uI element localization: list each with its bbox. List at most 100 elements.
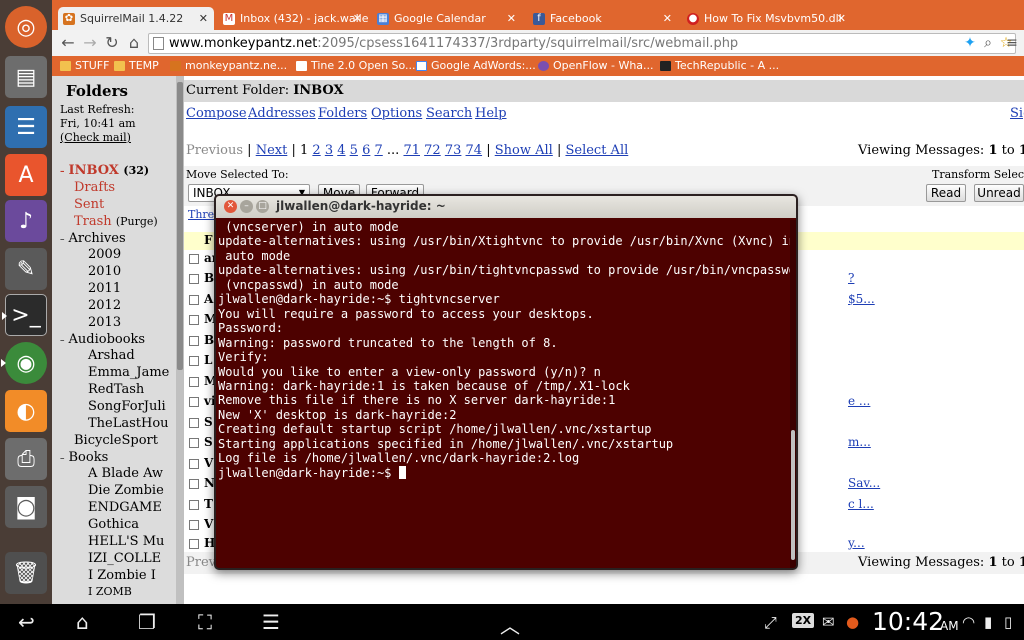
folders-link[interactable]: Folders [318, 106, 367, 121]
message-subject-link[interactable]: $5... [848, 292, 875, 306]
message-checkbox[interactable] [189, 418, 199, 428]
message-sender[interactable]: V [204, 517, 213, 531]
terminal-prompt-line[interactable]: jlwallen@dark-hayride:~$ [218, 465, 794, 480]
zoom-icon[interactable]: ⌕ [978, 33, 998, 53]
show-all-link[interactable]: Show All [495, 143, 553, 158]
bookmark-adwords[interactable]: Google AdWords:... [416, 59, 536, 72]
folder-bicyclesport[interactable]: BicycleSport [74, 433, 158, 448]
folder-archive-year[interactable]: 2013 [88, 315, 121, 330]
bookmark-tine[interactable]: Tine 2.0 Open So... [296, 59, 416, 72]
message-checkbox[interactable] [189, 397, 199, 407]
folder-pane-scrollbar[interactable] [176, 76, 184, 604]
fullscreen-icon[interactable]: ⤢ [764, 613, 777, 633]
scrollbar-thumb[interactable] [177, 82, 183, 370]
folder-inbox[interactable]: – INBOX (32) [60, 163, 149, 178]
folder-book[interactable]: I ZOMB [88, 585, 132, 598]
bookmark-openflow[interactable]: OpenFlow - Wha... [538, 59, 654, 72]
collapse-triangle-icon[interactable]: – [60, 336, 65, 346]
recent-apps-icon[interactable]: ❐ [138, 610, 156, 634]
twitter-extension-icon[interactable]: ✦ [960, 33, 980, 53]
folder-books[interactable]: – Books [60, 450, 108, 465]
message-checkbox[interactable] [189, 315, 199, 325]
message-checkbox[interactable] [189, 500, 199, 510]
message-checkbox[interactable] [189, 438, 199, 448]
tab-squirrelmail[interactable]: ✿ SquirrelMail 1.4.22 ✕ [58, 7, 214, 30]
camera-icon[interactable]: ◙ [5, 486, 47, 528]
bookmark-techrepublic[interactable]: TechRepublic - A ... [660, 59, 779, 72]
writer-document-icon[interactable]: ☰ [5, 106, 47, 148]
terminal-titlebar[interactable]: ✕ – □ jlwallen@dark-hayride: ~ [216, 196, 796, 218]
collapse-triangle-icon[interactable]: – [60, 454, 65, 464]
maximize-window-icon[interactable]: □ [256, 200, 269, 213]
menu-icon[interactable]: ≡ [1002, 33, 1022, 53]
bookmark-monkeypantz[interactable]: monkeypantz.ne... [170, 59, 287, 72]
home-icon[interactable]: ⌂ [124, 33, 144, 53]
folder-audiobook[interactable]: TheLastHou [88, 416, 169, 431]
zoom-2x-badge[interactable]: 2X [792, 613, 815, 628]
page-link[interactable]: 6 [362, 143, 370, 158]
message-sender[interactable]: L [204, 353, 212, 367]
message-checkbox[interactable] [189, 336, 199, 346]
terminal-icon[interactable]: >_ [2, 294, 47, 336]
back-arrow-icon[interactable]: ← [58, 33, 78, 53]
menu-icon[interactable]: ☰ [262, 610, 280, 634]
close-tab-icon[interactable]: ✕ [199, 12, 208, 25]
home-icon[interactable]: ⌂ [76, 610, 89, 634]
message-sender[interactable]: B [204, 333, 214, 347]
terminal-window[interactable]: ✕ – □ jlwallen@dark-hayride: ~ (vncserve… [214, 194, 798, 570]
music-player-icon[interactable]: ♪ [5, 200, 47, 242]
page-link[interactable]: 72 [424, 143, 441, 158]
select-all-link[interactable]: Select All [565, 143, 628, 158]
tab-google-calendar[interactable]: ▦ Google Calendar ✕ [372, 7, 522, 30]
purge-link[interactable]: (Purge) [116, 215, 158, 228]
folder-archive-year[interactable]: 2012 [88, 298, 121, 313]
back-icon[interactable]: ↩ [18, 610, 35, 634]
close-tab-icon[interactable]: ✕ [663, 12, 672, 25]
tab-msvbvm50[interactable]: ● How To Fix Msvbvm50.dll ✕ [682, 7, 852, 30]
message-checkbox[interactable] [189, 356, 199, 366]
addresses-link[interactable]: Addresses [248, 106, 316, 121]
collapse-triangle-icon[interactable]: – [60, 167, 65, 177]
page-link[interactable]: 2 [312, 143, 320, 158]
scanner-icon[interactable]: ⎙ [5, 438, 47, 480]
scrollbar-thumb[interactable] [791, 430, 795, 560]
folder-sent[interactable]: Sent [74, 197, 104, 212]
folder-audiobook[interactable]: RedTash [88, 382, 144, 397]
message-checkbox[interactable] [189, 520, 199, 530]
mark-unread-button[interactable]: Unread [974, 184, 1024, 202]
close-tab-icon[interactable]: ✕ [507, 12, 516, 25]
folder-book[interactable]: HELL'S Mu [88, 534, 164, 549]
tab-gmail[interactable]: M Inbox (432) - jack.wallen@ ✕ [218, 7, 368, 30]
message-subject-link[interactable]: Sav... [848, 476, 880, 490]
message-subject-link[interactable]: e ... [848, 394, 870, 408]
page-link[interactable]: 71 [403, 143, 420, 158]
folder-audiobooks[interactable]: – Audiobooks [60, 332, 145, 347]
from-column-header[interactable]: F [204, 233, 213, 247]
message-sender[interactable]: S [204, 435, 213, 449]
close-tab-icon[interactable]: ✕ [837, 12, 846, 25]
trash-icon[interactable]: 🗑 [5, 552, 47, 594]
folder-archive-year[interactable]: 2009 [88, 247, 121, 262]
message-sender[interactable]: S [204, 415, 213, 429]
signout-link[interactable]: Sig [1010, 106, 1024, 121]
screenshot-icon[interactable]: ⛶ [198, 610, 212, 634]
message-subject-link[interactable]: m... [848, 435, 871, 449]
forward-arrow-icon[interactable]: → [80, 33, 100, 53]
folder-drafts[interactable]: Drafts [74, 180, 115, 195]
minimize-window-icon[interactable]: – [240, 200, 253, 213]
search-link[interactable]: Search [426, 106, 472, 121]
folder-book[interactable]: A Blade Aw [88, 466, 163, 481]
terminal-output[interactable]: (vncserver) in auto mode update-alternati… [218, 220, 794, 566]
message-checkbox[interactable] [189, 479, 199, 489]
folder-archive-year[interactable]: 2011 [88, 281, 121, 296]
message-sender[interactable]: T [204, 497, 213, 511]
collapse-triangle-icon[interactable]: – [60, 235, 65, 245]
folder-audiobook[interactable]: Arshad [88, 348, 135, 363]
chevron-up-icon[interactable]: ︿ [500, 610, 520, 639]
message-checkbox[interactable] [189, 274, 199, 284]
folder-book[interactable]: IZI_COLLE [88, 551, 161, 566]
tangerine-app-icon[interactable]: ◐ [5, 390, 47, 432]
next-link[interactable]: Next [256, 143, 288, 158]
options-link[interactable]: Options [371, 106, 422, 121]
folder-archives[interactable]: – Archives [60, 231, 126, 246]
